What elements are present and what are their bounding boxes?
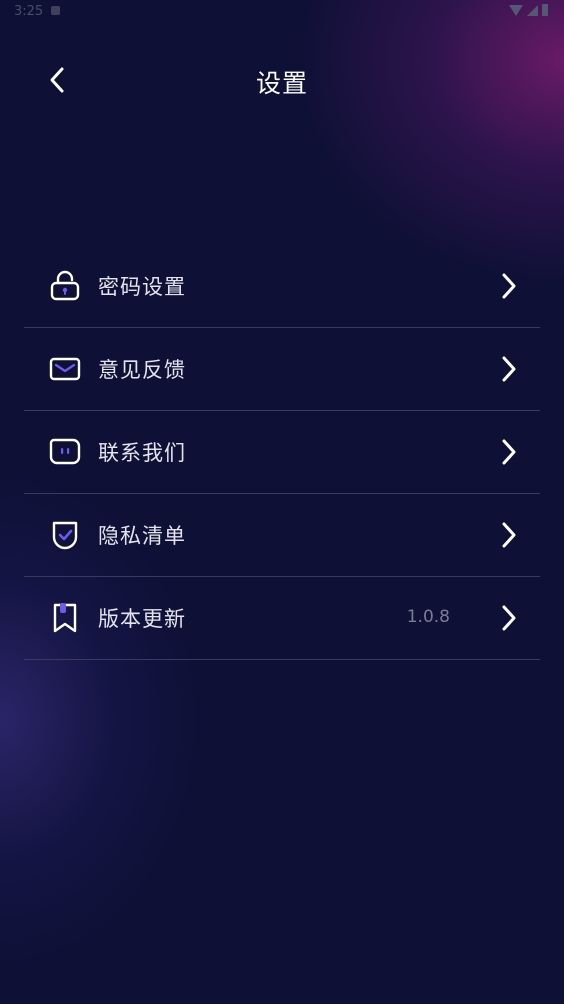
chevron-right-icon — [502, 273, 516, 299]
chevron-right-icon — [502, 356, 516, 382]
feedback-row[interactable]: 意见反馈 — [24, 328, 540, 411]
page-title: 设置 — [255, 69, 308, 98]
header: 设置 — [0, 52, 564, 108]
contact-us-row[interactable]: 联系我们 — [24, 411, 540, 494]
version-update-label: 版本更新 — [98, 607, 186, 631]
mail-icon — [49, 357, 81, 381]
lock-icon — [50, 270, 80, 301]
settings-list: 密码设置 意见反馈 联系我们 隐私清单 版本更新 1.0.8 — [24, 245, 540, 660]
wifi-icon — [509, 4, 523, 16]
version-number: 1.0.8 — [406, 607, 450, 627]
shield-check-icon — [52, 521, 78, 550]
notification-gear-icon — [51, 6, 60, 15]
status-bar: 3:25 — [0, 0, 564, 24]
signal-icon — [527, 4, 538, 16]
privacy-list-label: 隐私清单 — [98, 524, 186, 548]
status-icons — [509, 4, 548, 16]
password-settings-row[interactable]: 密码设置 — [24, 245, 540, 328]
password-settings-label: 密码设置 — [98, 275, 186, 299]
privacy-list-row[interactable]: 隐私清单 — [24, 494, 540, 577]
feedback-label: 意见反馈 — [98, 358, 186, 382]
battery-icon — [542, 4, 548, 16]
chevron-right-icon — [502, 439, 516, 465]
chevron-right-icon — [502, 605, 516, 631]
chat-icon — [49, 438, 81, 465]
chevron-right-icon — [502, 522, 516, 548]
contact-us-label: 联系我们 — [98, 441, 186, 465]
bookmark-icon — [53, 603, 77, 633]
status-time: 3:25 — [14, 4, 44, 19]
version-update-row[interactable]: 版本更新 1.0.8 — [24, 577, 540, 660]
